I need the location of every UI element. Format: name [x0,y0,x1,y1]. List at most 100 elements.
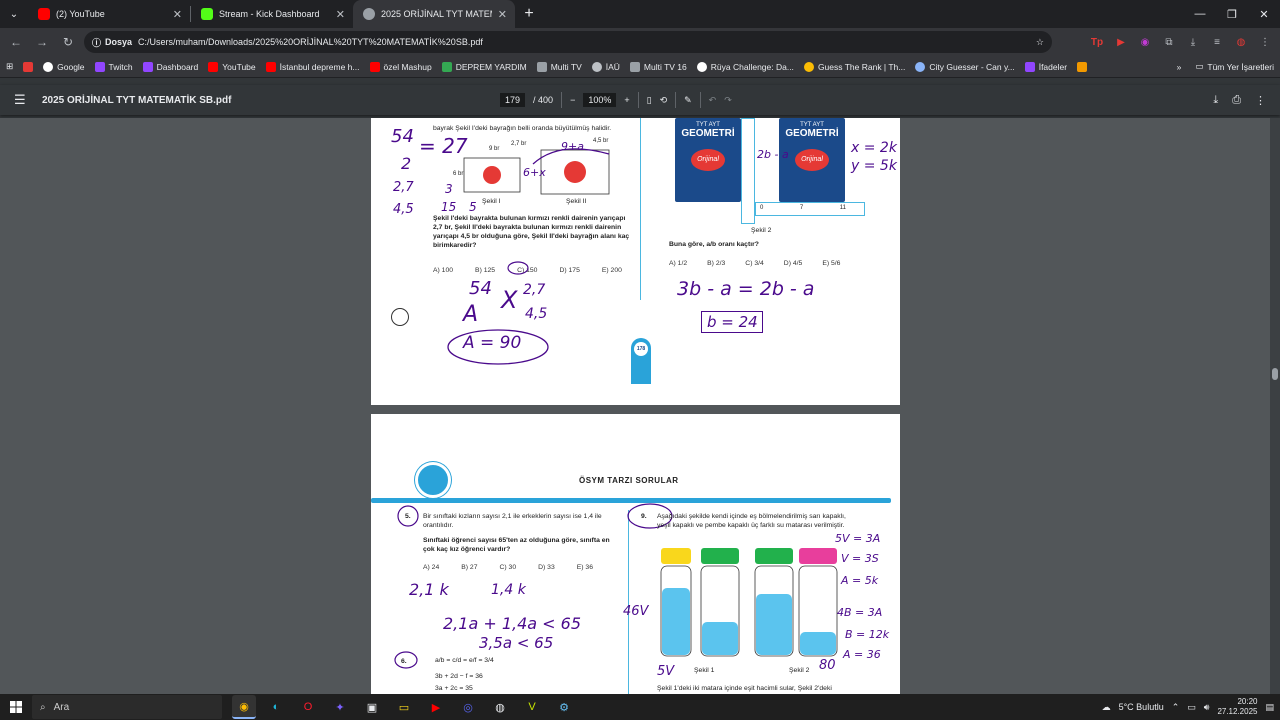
vegas-icon[interactable]: V [520,695,544,719]
back-button[interactable]: ← [6,32,26,52]
youtube-icon [38,8,50,20]
bookmark-multitv[interactable]: Multi TV [536,61,582,72]
obs-icon[interactable]: ◍ [488,695,512,719]
reload-button[interactable]: ↻ [58,32,78,52]
close-icon[interactable]: ✕ [336,8,345,21]
answer-b[interactable]: B) 27 [461,564,477,571]
bookmark-google[interactable]: Google [43,61,85,72]
zoom-out-button[interactable]: − [570,95,575,105]
scrollbar-thumb[interactable] [1272,368,1278,380]
bookmark-ifadeler[interactable]: İfadeler [1024,61,1067,72]
bookmark-multitv16[interactable]: Multi TV 16 [629,61,687,72]
twitch-extension-icon[interactable]: ◉ [1136,33,1154,51]
weather-icon[interactable]: ☁ [1102,702,1111,713]
tab-search-chevron-icon[interactable]: ⌄ [0,0,28,28]
copilot-icon[interactable]: ✦ [328,695,352,719]
tp-extension-icon[interactable]: Tp [1088,33,1106,51]
tab-youtube[interactable]: (2) YouTube ✕ [28,0,190,28]
bookmark-b[interactable] [1077,61,1088,72]
taskbar-search[interactable]: ⌕ Ara [32,695,222,719]
bookmark-twitch[interactable]: Twitch [94,61,133,72]
download-icon[interactable]: ⤓ [1184,33,1202,51]
bookmark-iau[interactable]: İAÜ [591,61,620,72]
minimize-button[interactable]: — [1184,0,1216,28]
file-explorer-icon[interactable]: ▭ [392,695,416,719]
all-bookmarks[interactable]: ▭ Tüm Yer İşaretleri [1195,61,1274,72]
answer-d[interactable]: D) 175 [559,267,579,274]
network-icon[interactable]: ▭ [1187,702,1196,713]
close-window-button[interactable]: ✕ [1248,0,1280,28]
folder-icon [629,61,640,72]
close-icon[interactable]: ✕ [173,8,182,21]
annotate-pen-icon[interactable]: ✎ [684,95,692,106]
profile-avatar[interactable]: ◍ [1232,33,1250,51]
star-icon[interactable]: ☆ [1036,37,1044,48]
print-icon[interactable]: ⎙ [1232,94,1241,107]
pdf-viewer[interactable]: bayrak Şekil I'deki bayrağın belli orand… [0,118,1280,694]
answer-c[interactable]: C) 3/4 [745,260,764,267]
answer-b[interactable]: B) 125 [475,267,495,274]
tab-pdf[interactable]: 2025 ORİJİNAL TYT MATEMATİK ✕ [353,0,515,28]
bookmark-youtube[interactable]: YouTube [208,61,256,72]
steam-icon[interactable]: ⚙ [552,695,576,719]
youtube-extension-icon[interactable]: ▶ [1112,33,1130,51]
bookmark-guess[interactable]: Guess The Rank | Th... [803,61,905,72]
notification-icon[interactable]: ▤ [1265,702,1274,713]
answer-e[interactable]: E) 5/6 [822,260,840,267]
chevron-up-icon[interactable]: ⌃ [1172,702,1180,713]
bookmark-cityguesser[interactable]: City Guesser - Can y... [915,61,1015,72]
undo-icon[interactable]: ↶ [709,95,717,106]
edge-icon[interactable]: ◐ [264,695,288,719]
handwriting: x = 2k [851,140,897,156]
address-bar[interactable]: ⓘ Dosya C:/Users/muham/Downloads/2025%20O… [84,31,1052,53]
weather-text[interactable]: 5°C Bulutlu [1119,702,1164,712]
answer-a[interactable]: A) 24 [423,564,439,571]
reading-list-icon[interactable]: ≡ [1208,33,1226,51]
bookmark-mashup[interactable]: özel Mashup [369,61,432,72]
fit-page-icon[interactable]: ▯ [647,95,652,106]
volume-icon[interactable]: 🔊︎ [1204,702,1210,713]
answer-d[interactable]: D) 33 [538,564,555,571]
discord-icon[interactable]: ◎ [456,695,480,719]
store-icon[interactable]: ▣ [360,695,384,719]
zoom-input[interactable]: 100% [583,93,617,107]
bookmark-ruya[interactable]: Rüya Challenge: Da... [696,61,794,72]
question-text: Şekil 1'deki iki matara içinde eşit haci… [657,685,832,692]
extensions-puzzle-icon[interactable]: ⧉ [1160,33,1178,51]
answer-c[interactable]: C) 30 [500,564,517,571]
answer-b[interactable]: B) 2/3 [707,260,725,267]
bookmark-dashboard[interactable]: Dashboard [142,61,198,72]
page-number-input[interactable]: 179 [500,93,526,107]
download-icon[interactable]: ⤓ [1213,94,1218,107]
zoom-in-button[interactable]: + [624,95,629,105]
more-options-icon[interactable]: ⋮ [1255,94,1266,107]
answer-a[interactable]: A) 1/2 [669,260,687,267]
answer-d[interactable]: D) 4/5 [784,260,803,267]
rotate-icon[interactable]: ⟲ [660,95,668,106]
menu-kebab-icon[interactable]: ⋮ [1256,33,1274,51]
answer-e[interactable]: E) 200 [602,267,622,274]
bookmark-deprem[interactable]: DEPREM YARDIM [441,61,527,72]
site-info-chip[interactable]: ⓘ Dosya [92,36,132,49]
youtube-icon[interactable]: ▶ [424,695,448,719]
folder-icon [536,61,547,72]
restore-button[interactable]: ❐ [1216,0,1248,28]
bookmark-istanbul[interactable]: İstanbul depreme h... [265,61,360,72]
clock[interactable]: 20:20 27.12.2025 [1217,697,1257,717]
new-tab-button[interactable]: + [515,0,543,28]
tab-kick-dashboard[interactable]: Stream - Kick Dashboard ✕ [191,0,353,28]
windows-start-icon[interactable] [0,694,32,720]
close-icon[interactable]: ✕ [498,8,507,21]
dim-label: 4,5 br [593,138,609,144]
forward-button[interactable]: → [32,32,52,52]
hamburger-menu-icon[interactable]: ☰ [14,92,36,108]
redo-icon[interactable]: ↷ [724,95,732,106]
bookmark-item[interactable] [23,61,34,72]
scrollbar[interactable] [1270,118,1280,694]
answer-e[interactable]: E) 36 [577,564,593,571]
apps-grid-icon[interactable]: ⊞ [6,61,13,72]
answer-a[interactable]: A) 100 [433,267,453,274]
chrome-icon[interactable]: ◉ [232,695,256,719]
more-bookmarks-icon[interactable]: » [1177,62,1182,72]
opera-icon[interactable]: O [296,695,320,719]
